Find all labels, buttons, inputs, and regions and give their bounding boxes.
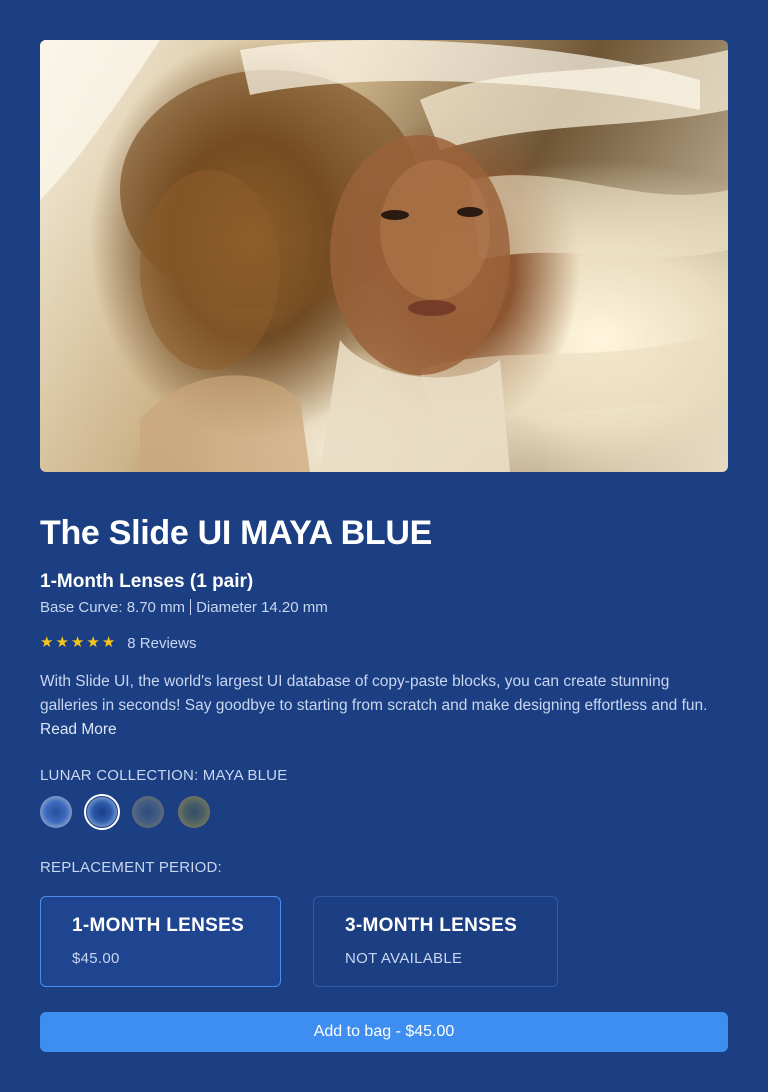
collection-label: LUNAR COLLECTION: MAYA BLUE [40,767,288,784]
color-swatches [40,794,210,830]
swatch-olive-grey[interactable] [178,796,210,828]
description-text: With Slide UI, the world's largest UI da… [40,673,708,714]
product-specs: Base Curve: 8.70 mm Diameter 14.20 mm [40,599,328,616]
base-curve: Base Curve: 8.70 mm [40,599,186,616]
star-icon: ★ [55,634,69,651]
option-name: 3-MONTH LENSES [345,915,518,936]
option-name: 1-MONTH LENSES [72,915,245,936]
product-title: The Slide UI MAYA BLUE [40,514,433,552]
star-icon: ★ [86,634,100,651]
product-subtitle: 1-Month Lenses (1 pair) [40,571,254,592]
add-to-bag-button[interactable]: Add to bag - $45.00 [40,1012,728,1052]
product-page: The Slide UI MAYA BLUE 1-Month Lenses (1… [0,0,768,1092]
option-availability: NOT AVAILABLE [345,950,463,967]
swatch-maya-blue[interactable] [84,794,120,830]
option-price: $45.00 [72,950,120,967]
swatch-grey-blue[interactable] [132,796,164,828]
product-description: With Slide UI, the world's largest UI da… [40,670,730,742]
replacement-period-label: REPLACEMENT PERIOD: [40,859,222,876]
spec-divider [190,599,192,615]
option-3-month[interactable]: 3-MONTH LENSES NOT AVAILABLE [313,896,558,987]
star-icon: ★ [70,634,85,651]
reviews-link[interactable]: 8 Reviews [127,635,196,652]
product-photo-art [40,40,728,472]
star-icon: ★ [101,634,116,651]
swatch-maya-blue-light[interactable] [40,796,72,828]
star-icon: ★ [40,634,54,651]
rating: ★ ★ ★ ★ ★ 8 Reviews [40,634,196,652]
rating-stars: ★ ★ ★ ★ ★ [40,634,115,652]
product-image [40,40,728,472]
read-more-link[interactable]: Read More [40,721,117,738]
diameter: Diameter 14.20 mm [196,599,328,616]
option-1-month[interactable]: 1-MONTH LENSES $45.00 [40,896,281,987]
